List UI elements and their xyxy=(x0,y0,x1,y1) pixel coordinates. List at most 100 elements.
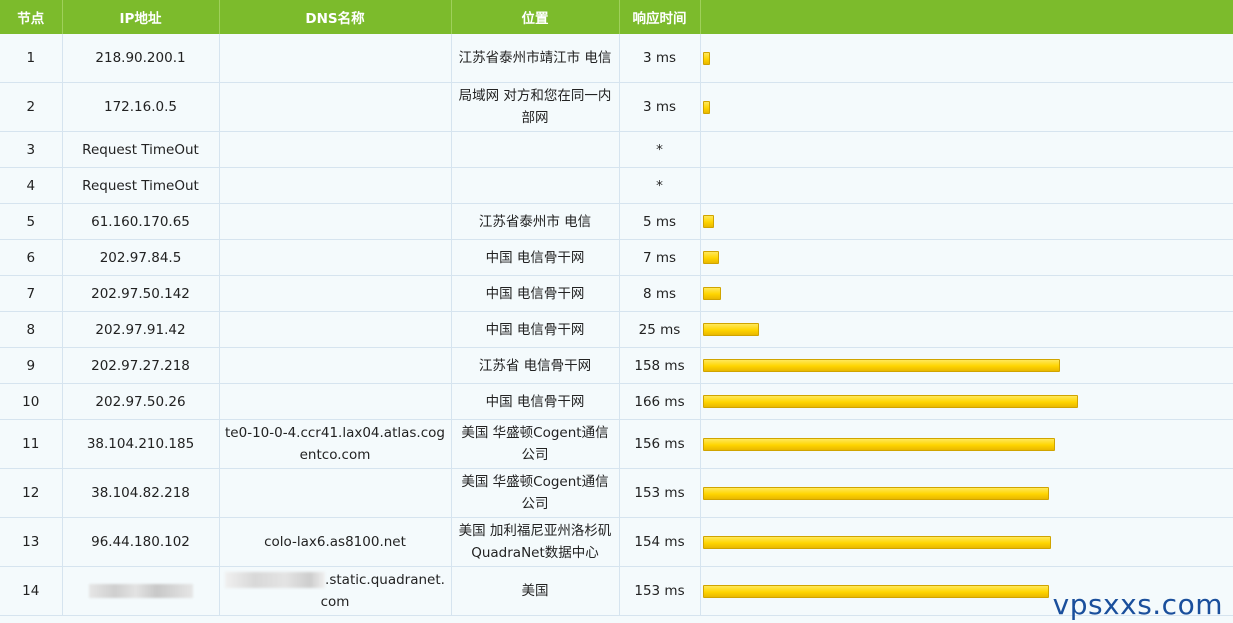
response-time-cell: 153 ms xyxy=(619,566,701,616)
location-cell: 中国 电信骨干网 xyxy=(451,311,620,348)
node-cell: 11 xyxy=(0,419,63,469)
node-cell: 2 xyxy=(0,82,63,132)
ip-cell: 202.97.84.5 xyxy=(62,239,220,276)
latency-bar xyxy=(702,215,714,228)
location-cell: 中国 电信骨干网 xyxy=(451,239,620,276)
response-time-cell: 25 ms xyxy=(619,311,701,348)
bar-cell xyxy=(700,419,1233,469)
latency-bar xyxy=(702,584,1049,598)
ip-cell: Request TimeOut xyxy=(62,131,220,168)
dns-cell xyxy=(219,131,452,168)
traceroute-table: 节点 IP地址 DNS名称 位置 响应时间 1 218.90.200.1 江苏省泰州… xyxy=(0,0,1233,616)
redacted-dns-prefix xyxy=(225,572,326,588)
latency-bar xyxy=(702,359,1060,372)
response-time-cell: 153 ms xyxy=(619,468,701,518)
node-cell: 14 xyxy=(0,566,63,616)
table-header-row: 节点 IP地址 DNS名称 位置 响应时间 xyxy=(0,0,1233,34)
response-time-cell: 3 ms xyxy=(619,82,701,132)
node-cell: 1 xyxy=(0,34,63,83)
response-time-cell: * xyxy=(619,167,701,204)
latency-bar xyxy=(702,535,1051,549)
dns-cell xyxy=(219,167,452,204)
location-cell: 中国 电信骨干网 xyxy=(451,383,620,420)
location-cell: 江苏省泰州市 电信 xyxy=(451,203,620,240)
table-row: 1 218.90.200.1 江苏省泰州市靖江市 电信 3 ms xyxy=(0,34,1233,83)
node-cell: 4 xyxy=(0,167,63,204)
bar-cell xyxy=(700,239,1233,276)
location-cell xyxy=(451,167,620,204)
ip-cell: 202.97.27.218 xyxy=(62,347,220,384)
latency-bar xyxy=(702,251,719,264)
dns-cell xyxy=(219,311,452,348)
table-row: 2 172.16.0.5 局域网 对方和您在同一内部网 3 ms xyxy=(0,82,1233,132)
ip-cell: 38.104.82.218 xyxy=(62,468,220,518)
node-cell: 7 xyxy=(0,275,63,312)
watermark: vpsxxs.com xyxy=(1052,588,1223,621)
table-row: 14 .static.quadranet.com 美国 153 ms xyxy=(0,566,1233,616)
response-time-cell: 158 ms xyxy=(619,347,701,384)
latency-bar xyxy=(702,486,1049,500)
location-cell: 中国 电信骨干网 xyxy=(451,275,620,312)
ip-cell: Request TimeOut xyxy=(62,167,220,204)
location-cell: 局域网 对方和您在同一内部网 xyxy=(451,82,620,132)
table-row: 13 96.44.180.102 colo-lax6.as8100.net 美国 加利… xyxy=(0,517,1233,567)
ip-cell: 202.97.50.26 xyxy=(62,383,220,420)
ip-cell: 202.97.50.142 xyxy=(62,275,220,312)
latency-bar xyxy=(702,323,759,336)
node-cell: 13 xyxy=(0,517,63,567)
dns-cell xyxy=(219,275,452,312)
table-body: 1 218.90.200.1 江苏省泰州市靖江市 电信 3 ms 2 172.16.0.5… xyxy=(0,34,1233,616)
response-time-cell: * xyxy=(619,131,701,168)
ip-cell: 172.16.0.5 xyxy=(62,82,220,132)
node-cell: 10 xyxy=(0,383,63,420)
dns-cell: .static.quadranet.com xyxy=(219,566,452,616)
table-row: 3 Request TimeOut * xyxy=(0,131,1233,168)
header-response-time: 响应时间 xyxy=(619,0,701,34)
bar-cell xyxy=(700,311,1233,348)
node-cell: 6 xyxy=(0,239,63,276)
bar-cell xyxy=(700,131,1233,168)
dns-cell xyxy=(219,82,452,132)
bar-cell xyxy=(700,383,1233,420)
bar-cell xyxy=(700,34,1233,83)
latency-bar xyxy=(702,437,1055,451)
bar-cell xyxy=(700,82,1233,132)
bar-cell xyxy=(700,347,1233,384)
header-ip: IP地址 xyxy=(62,0,220,34)
dns-cell: te0-10-0-4.ccr41.lax04.atlas.cogentco.co… xyxy=(219,419,452,469)
location-cell: 美国 xyxy=(451,566,620,616)
ip-cell: 218.90.200.1 xyxy=(62,34,220,83)
ip-cell: 61.160.170.65 xyxy=(62,203,220,240)
dns-cell xyxy=(219,347,452,384)
location-cell: 美国 华盛顿Cogent通信公司 xyxy=(451,419,620,469)
location-cell: 美国 加利福尼亚州洛杉矶QuadraNet数据中心 xyxy=(451,517,620,567)
header-dns: DNS名称 xyxy=(219,0,452,34)
header-location: 位置 xyxy=(451,0,620,34)
node-cell: 3 xyxy=(0,131,63,168)
ip-cell xyxy=(62,566,220,616)
response-time-cell: 156 ms xyxy=(619,419,701,469)
node-cell: 5 xyxy=(0,203,63,240)
table-row: 5 61.160.170.65 江苏省泰州市 电信 5 ms xyxy=(0,203,1233,240)
location-cell: 江苏省 电信骨干网 xyxy=(451,347,620,384)
latency-bar xyxy=(702,51,710,65)
location-cell: 美国 华盛顿Cogent通信公司 xyxy=(451,468,620,518)
table-row: 4 Request TimeOut * xyxy=(0,167,1233,204)
dns-cell xyxy=(219,34,452,83)
dns-cell xyxy=(219,203,452,240)
header-node: 节点 xyxy=(0,0,63,34)
bar-cell xyxy=(700,517,1233,567)
latency-bar xyxy=(702,395,1078,408)
bar-cell xyxy=(700,275,1233,312)
table-row: 6 202.97.84.5 中国 电信骨干网 7 ms xyxy=(0,239,1233,276)
dns-cell xyxy=(219,383,452,420)
ip-cell: 96.44.180.102 xyxy=(62,517,220,567)
dns-suffix: .static.quadranet.com xyxy=(320,572,445,610)
redacted-ip xyxy=(88,584,193,598)
bar-cell xyxy=(700,203,1233,240)
node-cell: 8 xyxy=(0,311,63,348)
table-row: 9 202.97.27.218 江苏省 电信骨干网 158 ms xyxy=(0,347,1233,384)
bar-cell xyxy=(700,167,1233,204)
table-row: 12 38.104.82.218 美国 华盛顿Cogent通信公司 153 ms xyxy=(0,468,1233,518)
latency-bar xyxy=(702,287,721,300)
